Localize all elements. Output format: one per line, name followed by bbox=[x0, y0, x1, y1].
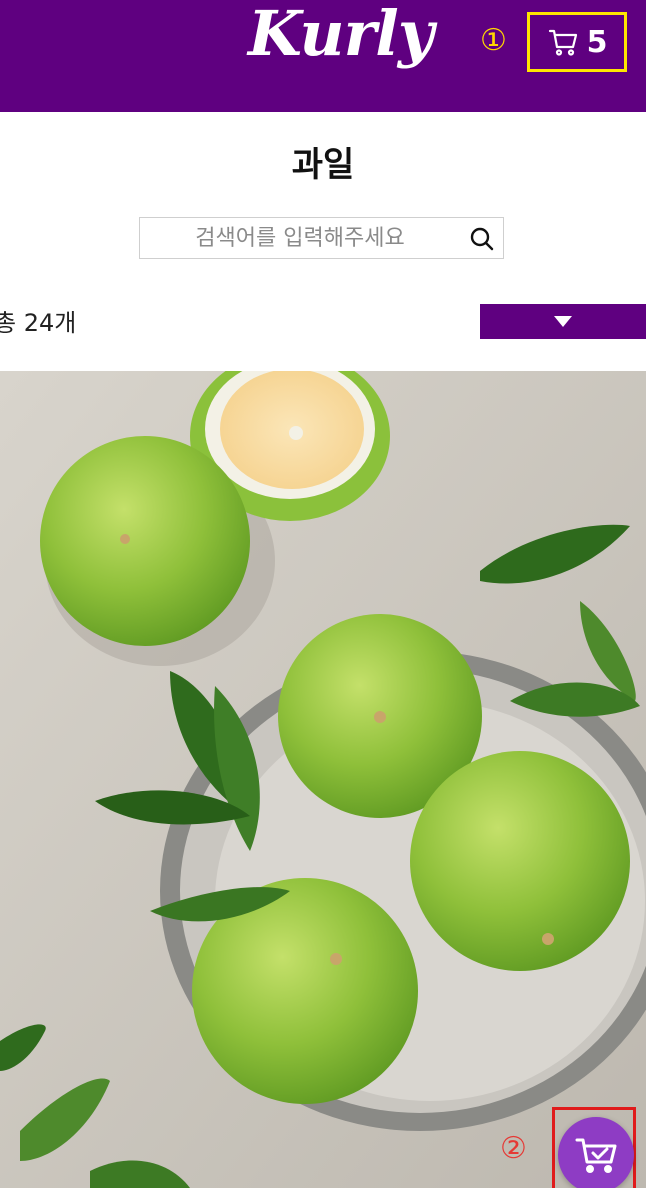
grapefruit-photo bbox=[0, 371, 646, 1188]
cart-button[interactable]: 5 bbox=[527, 12, 627, 72]
cart-icon bbox=[548, 29, 577, 56]
chevron-down-icon bbox=[554, 316, 572, 327]
sort-dropdown[interactable] bbox=[480, 304, 646, 339]
product-count: 총 24개 bbox=[0, 309, 77, 337]
cart-check-icon bbox=[575, 1138, 617, 1173]
search-icon[interactable] bbox=[469, 226, 495, 252]
search-input[interactable] bbox=[140, 218, 460, 258]
page-title: 과일 bbox=[291, 145, 355, 185]
annotation-marker-1: ① bbox=[480, 23, 507, 58]
search-box bbox=[139, 217, 504, 259]
page: Kurly ① 5 과일 총 24개 bbox=[0, 0, 646, 1188]
floating-cart-button[interactable] bbox=[558, 1117, 634, 1188]
header: Kurly ① 5 bbox=[0, 0, 646, 112]
cart-count-badge: 5 bbox=[586, 24, 608, 60]
annotation-marker-2: ② bbox=[500, 1131, 527, 1166]
product-image[interactable] bbox=[0, 371, 646, 1188]
logo[interactable]: Kurly bbox=[248, 0, 434, 74]
